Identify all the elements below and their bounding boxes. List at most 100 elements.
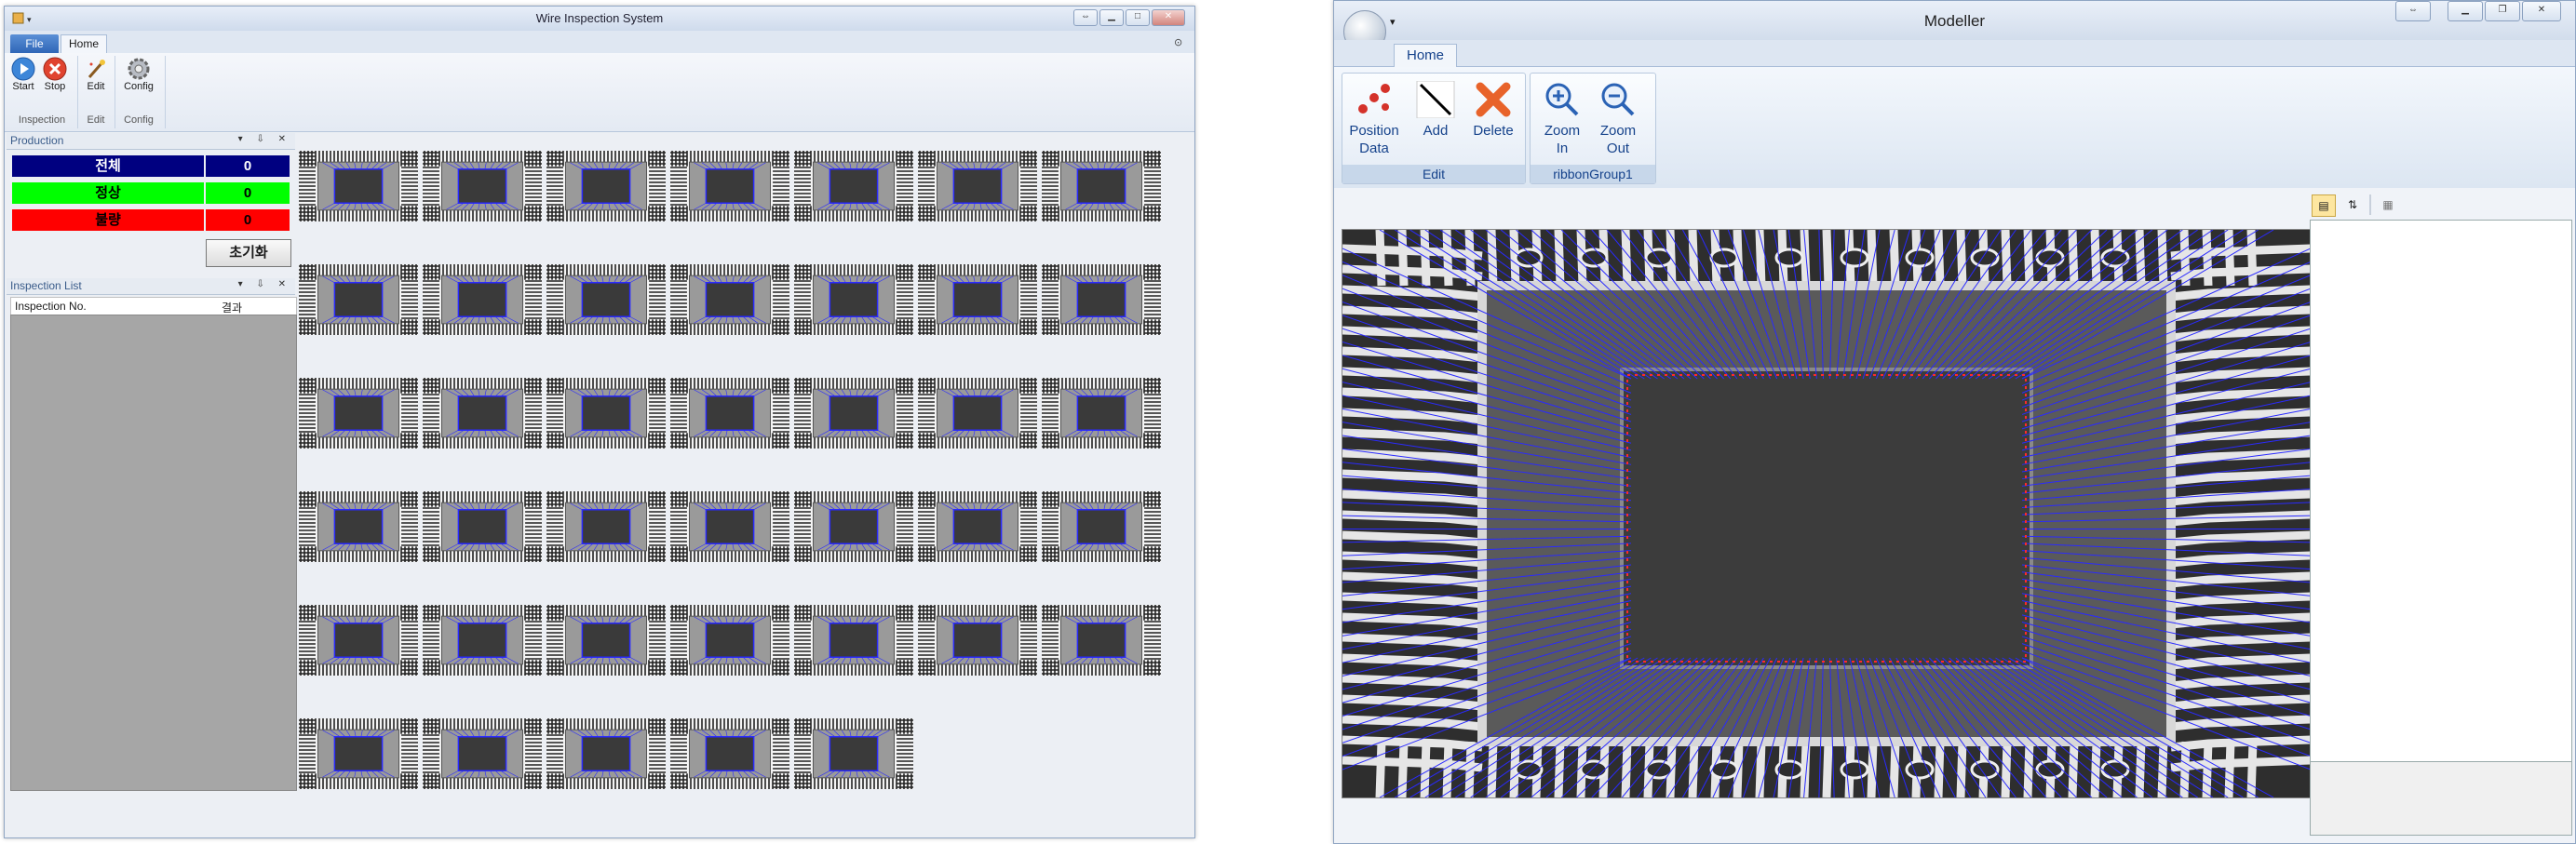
inspection-thumbnail[interactable]: [423, 151, 542, 221]
stop-icon: [43, 57, 67, 81]
inspection-thumbnail[interactable]: [546, 491, 666, 562]
inspection-thumbnail[interactable]: [546, 605, 666, 676]
close-button[interactable]: ✕: [2522, 1, 2561, 21]
group-label-edit: Edit: [1342, 165, 1525, 183]
panel-controls[interactable]: ▾ ⇩ ✕: [238, 279, 291, 289]
panel-controls[interactable]: ▾ ⇩ ✕: [238, 134, 291, 144]
inspection-thumbnail[interactable]: [1042, 605, 1161, 676]
ribbon-group-edit: Position Data Add Delete Edit: [1342, 73, 1526, 184]
start-button[interactable]: Start: [10, 57, 36, 92]
config-button[interactable]: Config: [120, 57, 157, 92]
inspection-thumbnail[interactable]: [670, 151, 789, 221]
inspection-thumbnail[interactable]: [794, 151, 913, 221]
stop-button[interactable]: Stop: [42, 57, 68, 92]
inspection-thumbnail[interactable]: [1042, 491, 1161, 562]
inspection-thumbnail[interactable]: [423, 264, 542, 335]
title-bar: Modeller ▾ ⇔ ▁ ❐ ✕: [1334, 1, 2575, 40]
production-row-count: 0: [206, 182, 290, 204]
inspection-thumbnail[interactable]: [794, 491, 913, 562]
inspection-thumbnail[interactable]: [423, 605, 542, 676]
inspection-thumbnail[interactable]: [546, 378, 666, 449]
inspection-thumbnail[interactable]: [918, 491, 1037, 562]
inspection-thumbnail[interactable]: [918, 605, 1037, 676]
inspection-thumbnail[interactable]: [1042, 378, 1161, 449]
ribbon-group-zoom: Zoom In Zoom Out ribbonGroup1: [1530, 73, 1656, 184]
column-header-result[interactable]: 결과: [222, 300, 242, 315]
inspection-thumbnail[interactable]: [670, 718, 789, 789]
position-data-button[interactable]: Position Data: [1348, 81, 1400, 157]
inspection-thumbnail[interactable]: [794, 718, 913, 789]
inspection-thumbnail[interactable]: [670, 264, 789, 335]
inspection-thumbnail[interactable]: [670, 605, 789, 676]
reset-button[interactable]: 초기화: [206, 239, 291, 267]
tab-home[interactable]: Home: [1394, 44, 1457, 67]
inspection-thumbnail[interactable]: [423, 718, 542, 789]
production-row: 전체 0: [12, 155, 290, 177]
inspection-thumbnail[interactable]: [1042, 264, 1161, 335]
maximize-button[interactable]: □: [1126, 9, 1150, 26]
group-separator: [77, 56, 78, 128]
inspection-thumbnail[interactable]: [546, 264, 666, 335]
ribbon-toggle-button[interactable]: ⇔: [2395, 1, 2431, 21]
group-separator: [165, 56, 166, 128]
group-label-edit: Edit: [87, 114, 105, 126]
production-row-label: 불량: [12, 209, 204, 231]
inspection-thumbnail[interactable]: [918, 151, 1037, 221]
line-icon: [1415, 80, 1456, 119]
inspection-thumbnail[interactable]: [299, 491, 418, 562]
wire-bond-image: [1342, 229, 2312, 798]
inspection-thumbnail[interactable]: [299, 378, 418, 449]
property-grid-toolbar-buttons: ▤ ⇅ ▦: [2312, 194, 2399, 217]
inspection-list-header: Inspection List ▾ ⇩ ✕: [7, 278, 295, 295]
production-row: 불량 0: [12, 209, 290, 231]
zoom-in-button[interactable]: Zoom In: [1536, 81, 1588, 157]
inspection-thumbnail[interactable]: [546, 151, 666, 221]
inspection-thumbnail[interactable]: [299, 264, 418, 335]
tab-home[interactable]: Home: [61, 34, 107, 54]
close-button[interactable]: ✕: [1152, 9, 1185, 26]
chip-image-viewer[interactable]: [1342, 229, 2312, 798]
delete-button[interactable]: Delete: [1467, 81, 1519, 140]
inspection-thumbnail[interactable]: [546, 718, 666, 789]
group-label-ribbongroup1: ribbonGroup1: [1531, 165, 1655, 183]
inspection-thumbnail[interactable]: [670, 378, 789, 449]
property-grid[interactable]: [2310, 220, 2572, 763]
production-row: 정상 0: [12, 182, 290, 204]
ribbon: Position Data Add Delete Edit Zoom In Zo…: [1334, 67, 2575, 188]
inspection-thumbnail[interactable]: [670, 491, 789, 562]
property-pages-icon[interactable]: ▦: [2377, 194, 2399, 215]
window-title: Wire Inspection System: [535, 11, 664, 25]
zoom-in-icon: [1542, 81, 1583, 118]
ribbon-toggle-button[interactable]: ⇔: [1073, 9, 1098, 26]
inspection-thumbnail[interactable]: [794, 264, 913, 335]
inspection-thumbnail[interactable]: [423, 491, 542, 562]
zoom-out-icon: [1598, 81, 1639, 118]
inspection-thumbnail[interactable]: [423, 378, 542, 449]
gear-icon: [127, 57, 151, 81]
alphabetical-sort-icon[interactable]: ⇅: [2341, 194, 2364, 215]
help-icon[interactable]: ⊙: [1174, 36, 1182, 48]
categorized-icon[interactable]: ▤: [2312, 194, 2336, 217]
inspection-thumbnail[interactable]: [794, 605, 913, 676]
tab-file[interactable]: File: [10, 34, 59, 53]
inspection-list-body[interactable]: [10, 315, 297, 791]
wand-icon: [84, 57, 108, 81]
inspection-thumbnail[interactable]: [299, 605, 418, 676]
column-header-inspection-no[interactable]: Inspection No.: [15, 300, 87, 313]
window-controls: ⇔ ▁ ❐ ✕: [2395, 1, 2561, 21]
zoom-out-button[interactable]: Zoom Out: [1592, 81, 1644, 157]
inspection-thumbnail[interactable]: [1042, 151, 1161, 221]
inspection-thumbnail[interactable]: [794, 378, 913, 449]
production-panel-header: Production ▾ ⇩ ✕: [7, 133, 295, 150]
quick-access-dropdown-icon[interactable]: ▾: [1390, 16, 1396, 28]
inspection-thumbnail[interactable]: [299, 151, 418, 221]
restore-button[interactable]: ❐: [2485, 1, 2520, 21]
edit-button[interactable]: Edit: [83, 57, 109, 92]
inspection-thumbnail[interactable]: [299, 718, 418, 789]
inspection-thumbnail[interactable]: [918, 378, 1037, 449]
minimize-button[interactable]: ▁: [2448, 1, 2483, 21]
inspection-thumbnail[interactable]: [918, 264, 1037, 335]
minimize-button[interactable]: ▁: [1099, 9, 1124, 26]
add-button[interactable]: Add: [1415, 80, 1456, 140]
property-description: [2310, 761, 2572, 836]
